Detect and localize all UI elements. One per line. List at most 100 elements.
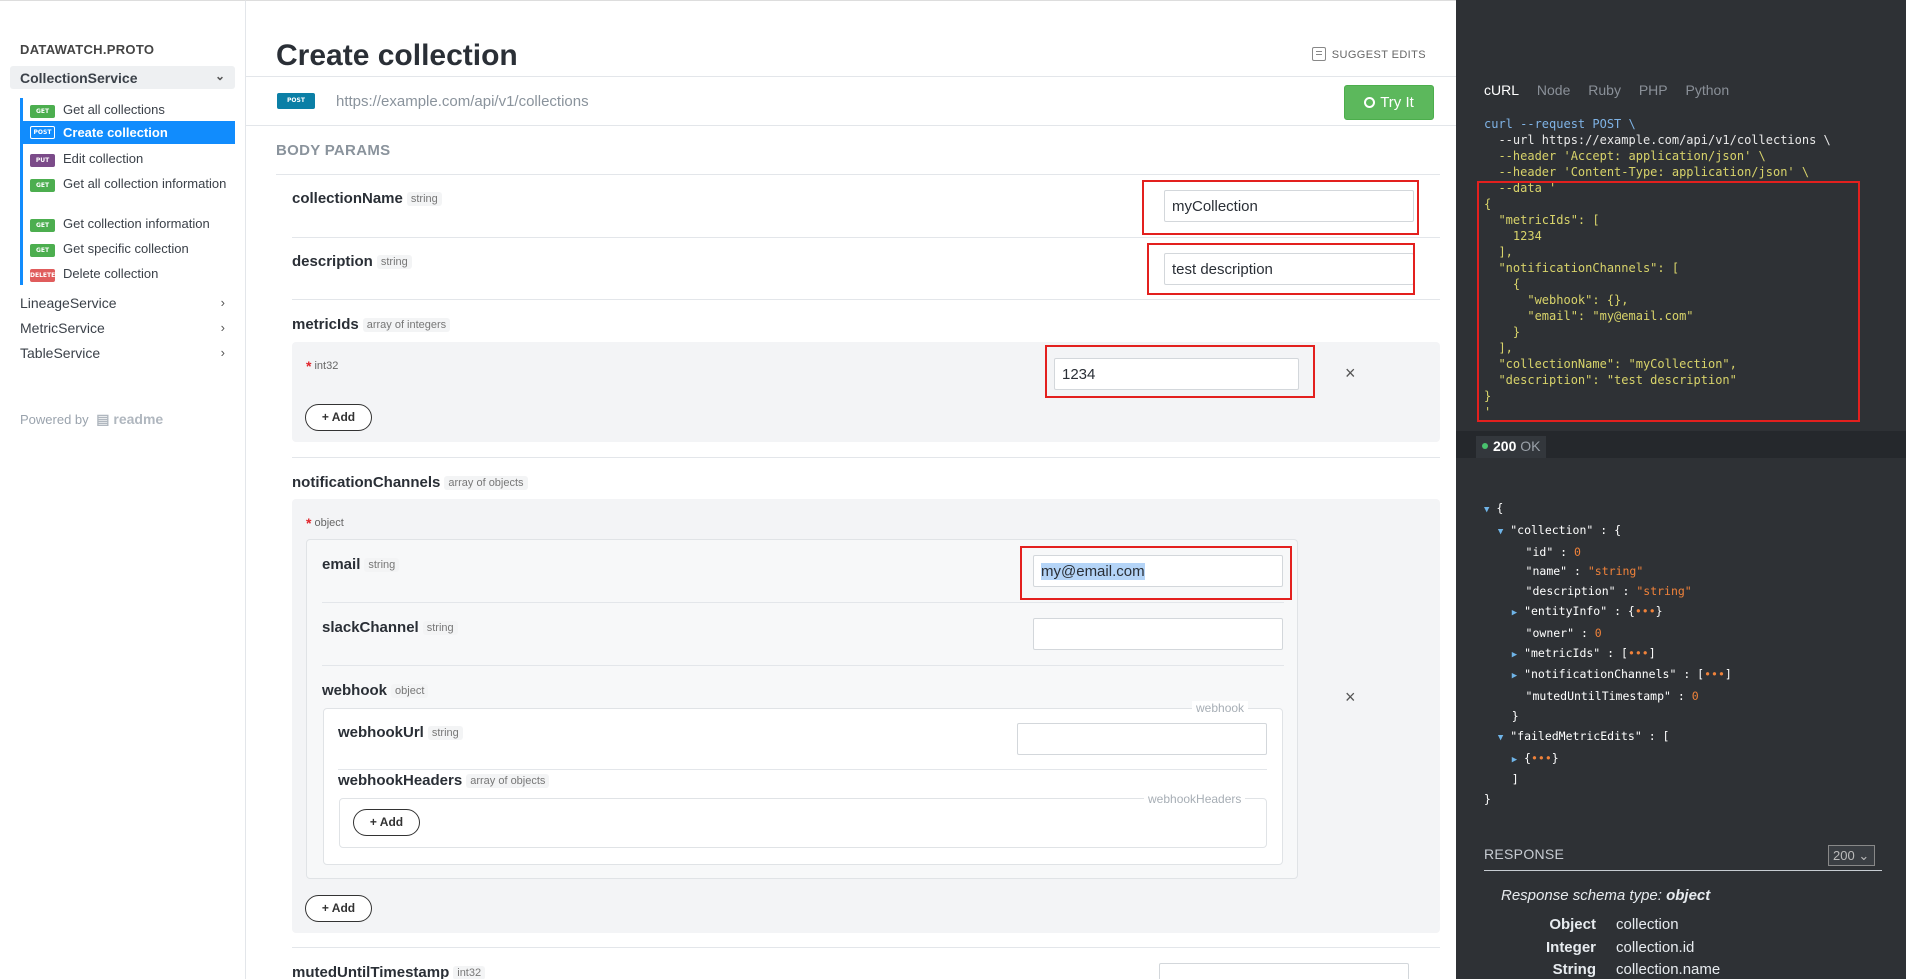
sidebar-service-label: LineageService — [20, 295, 117, 311]
param-name: description — [292, 253, 373, 270]
sidebar-item-label: Create collection — [63, 125, 168, 140]
tab-python[interactable]: Python — [1686, 82, 1730, 98]
schema-type-label: Response schema type: — [1501, 887, 1662, 904]
method-badge: POST — [277, 93, 315, 109]
schema-row-type: Integer — [1545, 939, 1596, 956]
schema-row-type: String — [1552, 961, 1596, 978]
param-description: description string — [292, 253, 412, 270]
param-type: string — [406, 192, 442, 206]
sidebar-group-label: CollectionService — [20, 70, 138, 86]
sidebar-item-get-collection-information[interactable]: GET Get collection information — [21, 216, 235, 232]
tab-curl[interactable]: cURL — [1484, 82, 1519, 98]
sidebar-item-edit-collection[interactable]: PUT Edit collection — [21, 151, 235, 167]
try-it-button[interactable]: Try It — [1344, 85, 1434, 120]
status-badge[interactable]: 200 OK — [1476, 436, 1547, 458]
sidebar-service-metric[interactable]: MetricService › — [20, 320, 225, 336]
tab-ruby[interactable]: Ruby — [1588, 82, 1621, 98]
json-key: "notificationChannels" — [1524, 667, 1677, 682]
param-type: string — [364, 558, 400, 572]
caret-down-icon[interactable]: ▼ — [1484, 505, 1489, 515]
language-tabs: cURL Node Ruby PHP Python — [1484, 82, 1743, 98]
param-metricids: metricIds array of integers — [292, 316, 451, 333]
sidebar-item-delete-collection[interactable]: DELETE Delete collection — [21, 266, 235, 282]
caret-down-icon[interactable]: ▼ — [1498, 527, 1503, 537]
param-slackchannel: slackChannel string — [322, 619, 458, 636]
param-type: int32 — [453, 966, 486, 979]
webhookurl-input[interactable] — [1017, 723, 1267, 755]
param-collectionname: collectionName string — [292, 190, 442, 207]
array-item-type: * int32 — [306, 358, 338, 374]
caret-right-icon[interactable]: ▶ — [1512, 755, 1517, 765]
method-badge: GET — [30, 105, 55, 118]
schema-row-type: Object — [1549, 916, 1596, 933]
highlight-box — [1020, 546, 1292, 600]
json-key: "description" — [1525, 584, 1616, 599]
code-line: --header 'Content-Type: application/json… — [1484, 165, 1810, 179]
param-type: array of objects — [466, 774, 550, 788]
caret-right-icon[interactable]: ▶ — [1512, 671, 1517, 681]
edit-icon — [1311, 47, 1326, 61]
divider — [322, 665, 1284, 666]
response-json-tree: ▼ { ▼ "collection" : { "id" : 0 "name" :… — [1484, 501, 1732, 807]
sidebar-item-get-all-collections[interactable]: GET Get all collections — [21, 102, 235, 118]
readme-logo-text: readme — [113, 411, 164, 427]
json-key: "id" — [1525, 544, 1554, 559]
powered-by[interactable]: Powered by ▤ readme — [20, 411, 163, 428]
play-icon — [1364, 97, 1376, 108]
response-code-select[interactable]: 200 ⌄ — [1828, 845, 1875, 866]
remove-item-button[interactable]: × — [1345, 687, 1356, 708]
method-badge: PUT — [30, 154, 55, 167]
param-type: array of objects — [444, 476, 528, 490]
sidebar-item-get-specific-collection[interactable]: GET Get specific collection — [21, 241, 235, 257]
param-name: metricIds — [292, 316, 359, 333]
tab-node[interactable]: Node — [1537, 82, 1570, 98]
sidebar-brand: DATAWATCH.PROTO — [20, 42, 155, 57]
param-email: email string — [322, 556, 400, 573]
suggest-edits-label: SUGGEST EDITS — [1331, 49, 1426, 61]
muteduntiltimestamp-input[interactable] — [1159, 963, 1409, 979]
remove-item-button[interactable]: × — [1345, 363, 1356, 384]
caret-right-icon[interactable]: ▶ — [1512, 650, 1517, 660]
method-badge: DELETE — [30, 269, 55, 282]
caret-down-icon[interactable]: ▼ — [1498, 733, 1503, 743]
sidebar-group-collectionservice[interactable]: CollectionService ⌄ — [10, 66, 235, 89]
metricids-add-button[interactable]: + Add — [305, 404, 372, 431]
url-bar: POST https://example.com/api/v1/collecti… — [246, 76, 1456, 126]
slackchannel-input[interactable] — [1033, 618, 1283, 650]
param-webhookurl: webhookUrl string — [338, 724, 463, 741]
sidebar-item-label: Get all collections — [63, 102, 165, 117]
array-item-type: * object — [306, 515, 344, 531]
suggest-edits-button[interactable]: SUGGEST EDITS — [1311, 47, 1426, 61]
json-key: "mutedUntilTimestamp" — [1525, 689, 1671, 704]
response-heading: RESPONSE — [1484, 846, 1565, 862]
webhookheaders-add-button[interactable]: + Add — [353, 809, 420, 836]
param-notificationchannels: notificationChannels array of objects — [292, 474, 528, 491]
param-webhookheaders: webhookHeaders array of objects — [338, 772, 550, 789]
divider — [292, 457, 1440, 458]
json-key: "metricIds" — [1524, 645, 1601, 660]
sidebar-item-get-all-collection-information[interactable]: GET Get all collection information — [21, 176, 235, 192]
sidebar-item-create-collection[interactable]: POST Create collection — [21, 121, 235, 144]
method-badge: POST — [30, 126, 55, 139]
schema-row: Object collection — [1501, 916, 1851, 933]
json-value: 0 — [1594, 625, 1602, 640]
endpoint-url: https://example.com/api/v1/collections — [336, 93, 589, 110]
param-type: string — [422, 621, 458, 635]
webhookheaders-legend: webhookHeaders — [1144, 792, 1246, 806]
tab-php[interactable]: PHP — [1639, 82, 1668, 98]
json-value: 0 — [1691, 689, 1699, 704]
sidebar-service-table[interactable]: TableService › — [20, 345, 225, 361]
param-name: webhookHeaders — [338, 772, 463, 789]
notificationchannels-add-button[interactable]: + Add — [305, 895, 372, 922]
schema-row: String collection.name — [1501, 961, 1851, 978]
status-dot-icon — [1482, 443, 1488, 449]
method-badge: GET — [30, 244, 55, 257]
sidebar-service-lineage[interactable]: LineageService › — [20, 295, 225, 311]
response-code-value: 200 — [1833, 848, 1855, 863]
schema-row-field: collection — [1616, 916, 1679, 933]
try-it-label: Try It — [1380, 94, 1414, 111]
highlight-box — [1142, 180, 1419, 235]
caret-right-icon[interactable]: ▶ — [1512, 608, 1517, 618]
sidebar-item-label: Get all collection information — [63, 176, 227, 191]
param-name: webhook — [322, 682, 388, 699]
